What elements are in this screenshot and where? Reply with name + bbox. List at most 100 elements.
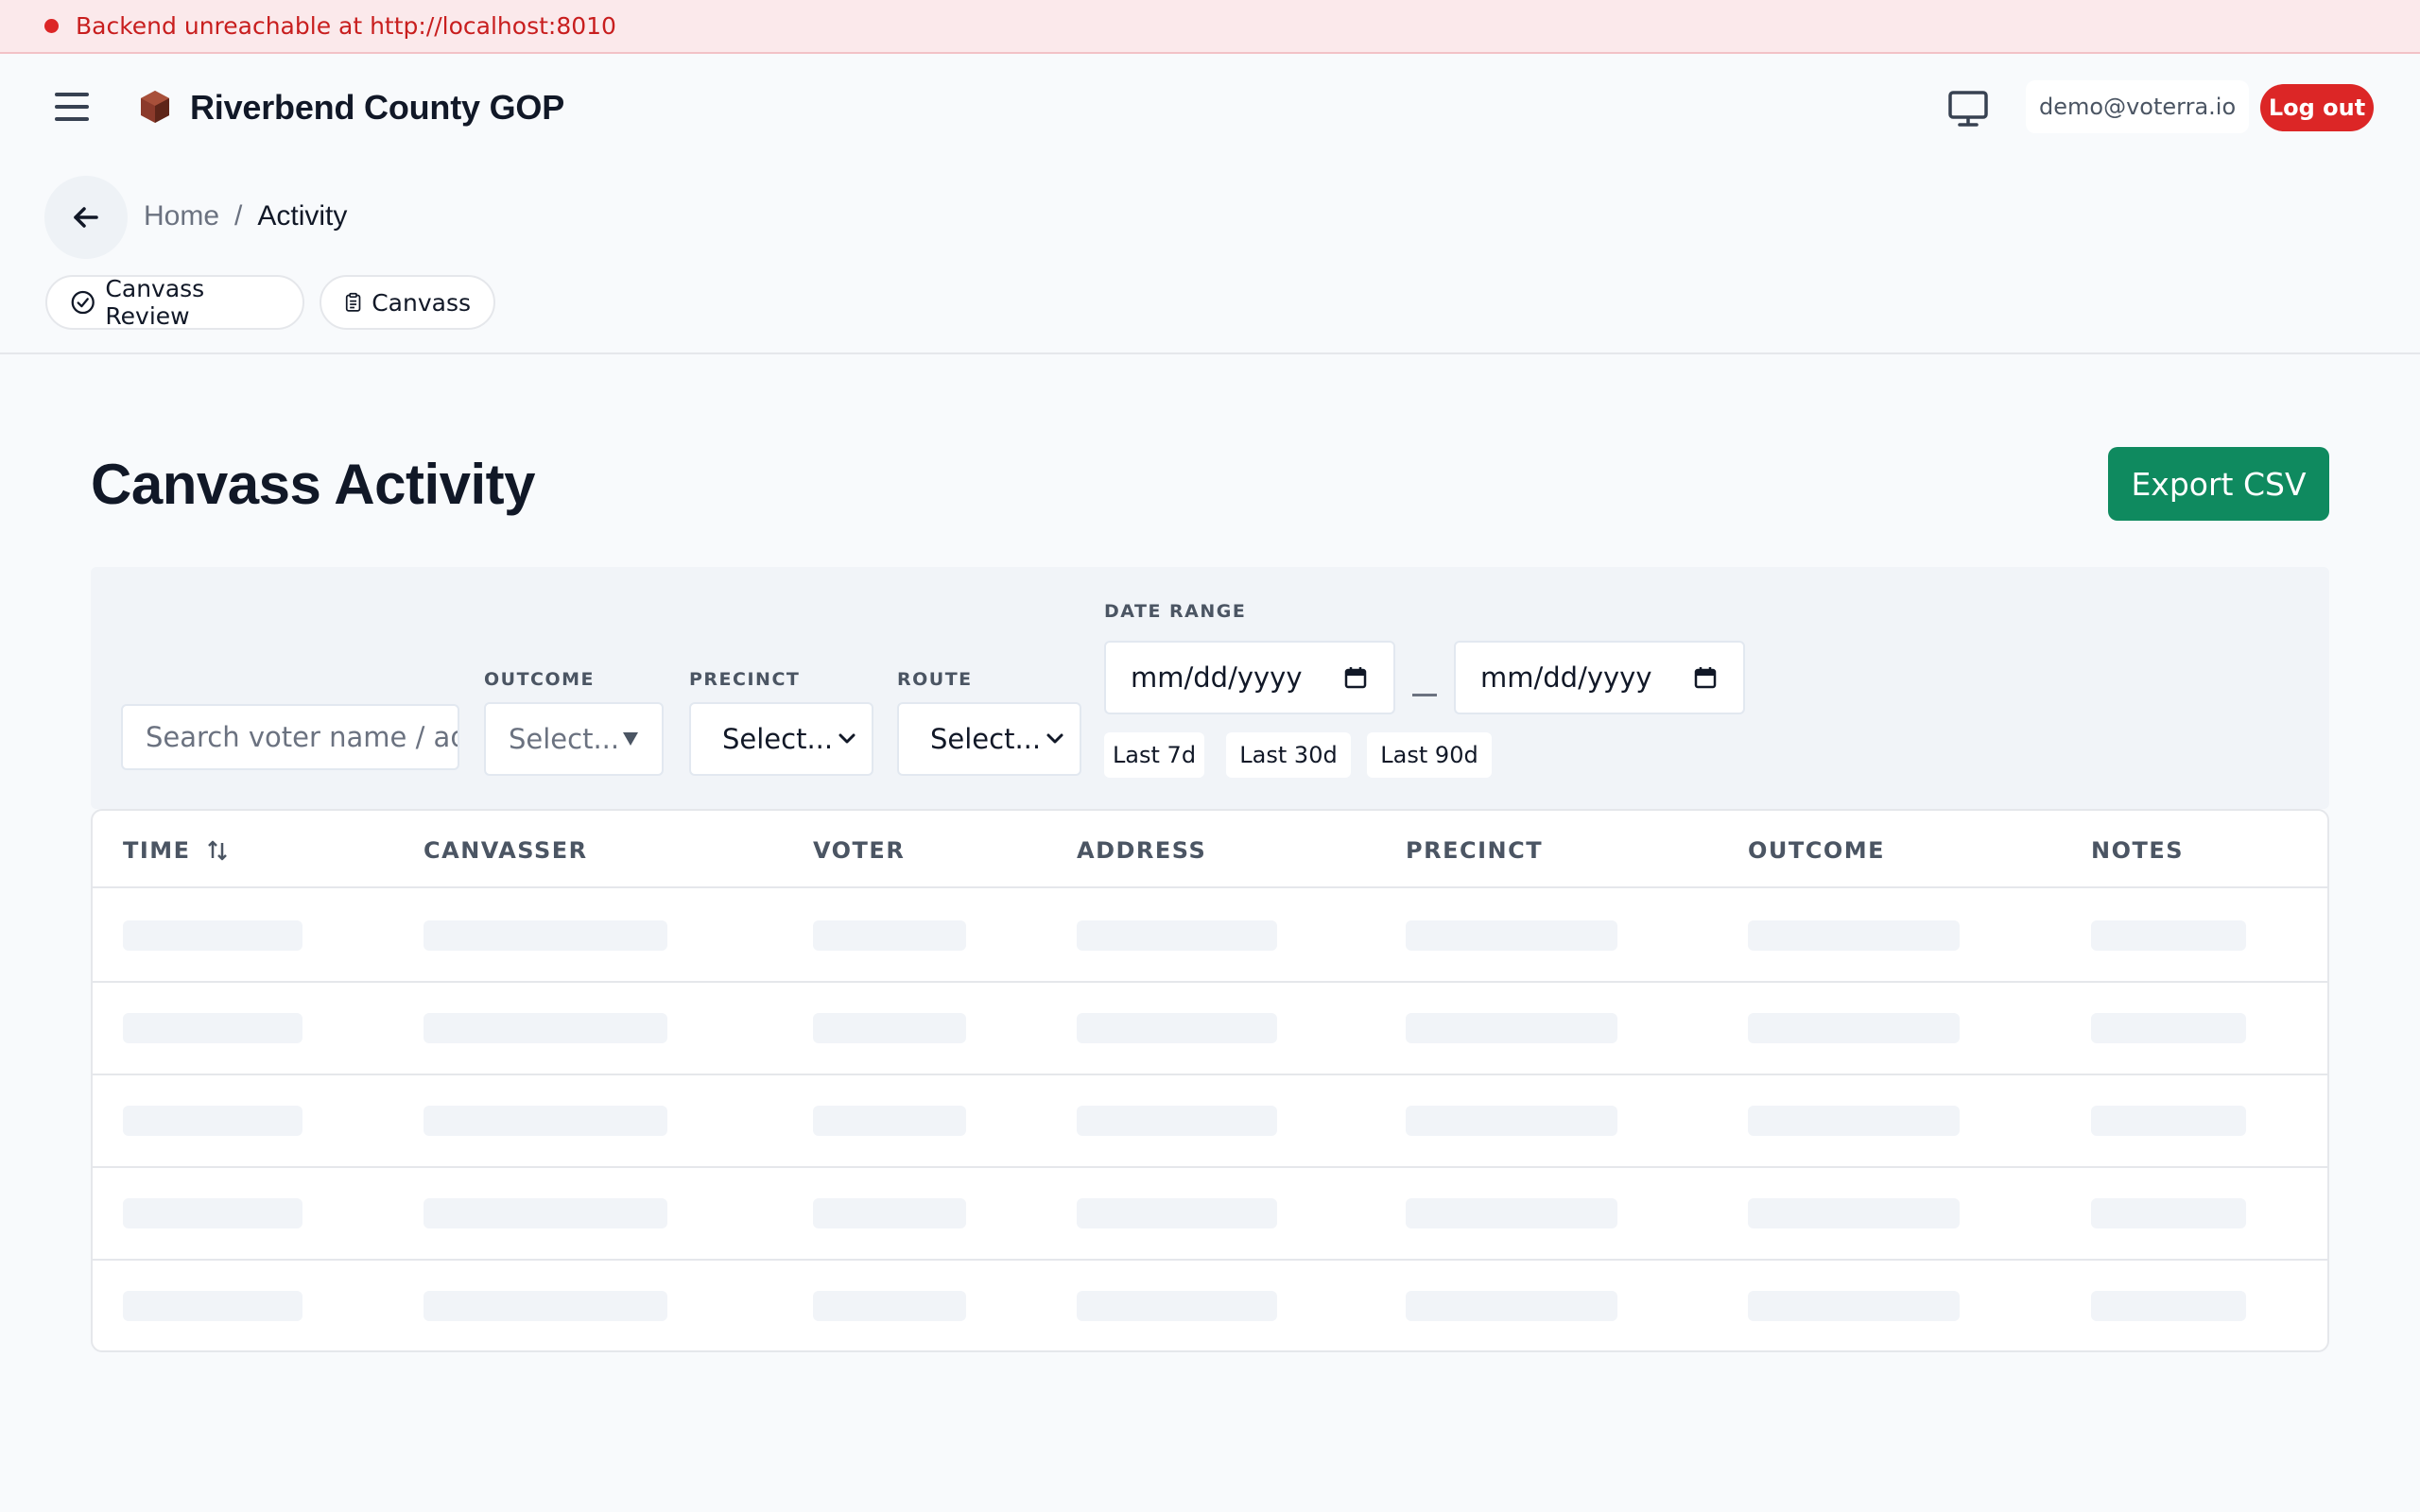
skeleton-cell bbox=[1406, 1106, 1617, 1136]
user-email[interactable]: demo@voterra.io bbox=[2026, 80, 2250, 133]
skeleton-cell bbox=[123, 1291, 302, 1321]
skeleton-cell bbox=[1077, 1106, 1277, 1136]
precinct-value: Select... bbox=[722, 723, 834, 755]
menu-icon[interactable] bbox=[55, 93, 89, 121]
error-dot-icon bbox=[44, 19, 59, 33]
skeleton-cell bbox=[2091, 920, 2246, 951]
chevron-down-icon bbox=[838, 733, 856, 744]
skeleton-cell bbox=[813, 1291, 966, 1321]
column-header-precinct[interactable]: PRECINCT bbox=[1406, 837, 1543, 864]
table-row-skeleton bbox=[93, 983, 2327, 1075]
skeleton-cell bbox=[123, 1013, 302, 1043]
outcome-select[interactable]: Select... bbox=[484, 702, 664, 776]
export-csv-button[interactable]: Export CSV bbox=[2108, 447, 2329, 521]
caret-down-icon bbox=[623, 732, 638, 746]
preset-last-90d[interactable]: Last 90d bbox=[1367, 732, 1492, 778]
back-button[interactable] bbox=[44, 176, 128, 259]
skeleton-cell bbox=[424, 1198, 667, 1228]
skeleton-cell bbox=[1406, 1291, 1617, 1321]
table-row-skeleton bbox=[93, 890, 2327, 983]
column-header-notes[interactable]: NOTES bbox=[2091, 837, 2184, 864]
skeleton-cell bbox=[813, 920, 966, 951]
skeleton-cell bbox=[2091, 1013, 2246, 1043]
skeleton-cell bbox=[813, 1013, 966, 1043]
precinct-select[interactable]: Select... bbox=[689, 702, 873, 776]
column-header-time[interactable]: TIME bbox=[123, 837, 229, 864]
org-name: Riverbend County GOP bbox=[190, 88, 565, 127]
skeleton-cell bbox=[813, 1198, 966, 1228]
table-row-skeleton bbox=[93, 1168, 2327, 1261]
table-row-skeleton bbox=[93, 1075, 2327, 1168]
skeleton-cell bbox=[1406, 1198, 1617, 1228]
filter-panel: Search voter name / adc OUTCOME Select..… bbox=[91, 567, 2329, 809]
logout-button[interactable]: Log out bbox=[2260, 84, 2374, 131]
canvass-review-label: Canvass Review bbox=[105, 275, 205, 330]
skeleton-cell bbox=[123, 1106, 302, 1136]
breadcrumb: Home / Activity bbox=[144, 200, 347, 232]
header-divider bbox=[0, 352, 2420, 354]
skeleton-cell bbox=[1406, 920, 1617, 951]
skeleton-cell bbox=[1077, 920, 1277, 951]
skeleton-cell bbox=[1748, 1198, 1960, 1228]
chevron-down-icon bbox=[1046, 733, 1063, 744]
route-label: ROUTE bbox=[897, 669, 973, 690]
route-select[interactable]: Select... bbox=[897, 702, 1081, 776]
error-banner: Backend unreachable at http://localhost:… bbox=[0, 0, 2420, 54]
breadcrumb-current: Activity bbox=[257, 200, 348, 232]
skeleton-cell bbox=[1077, 1013, 1277, 1043]
clipboard-icon bbox=[345, 292, 361, 312]
canvass-label: Canvass bbox=[372, 288, 471, 317]
precinct-label: PRECINCT bbox=[689, 669, 801, 690]
skeleton-cell bbox=[2091, 1291, 2246, 1321]
activity-table: TIME CANVASSER VOTER ADDRESS PRECINCT OU… bbox=[91, 809, 2329, 1352]
column-header-canvasser[interactable]: CANVASSER bbox=[424, 837, 588, 864]
column-header-voter[interactable]: VOTER bbox=[813, 837, 905, 864]
skeleton-cell bbox=[1077, 1291, 1277, 1321]
arrow-left-icon bbox=[74, 207, 98, 228]
calendar-icon[interactable] bbox=[1694, 666, 1717, 689]
skeleton-cell bbox=[424, 1291, 667, 1321]
column-header-address[interactable]: ADDRESS bbox=[1077, 837, 1206, 864]
app-header: Riverbend County GOP demo@voterra.io Log… bbox=[0, 54, 2420, 165]
calendar-icon[interactable] bbox=[1344, 666, 1367, 689]
search-input[interactable]: Search voter name / adc bbox=[121, 704, 459, 770]
skeleton-cell bbox=[1748, 1013, 1960, 1043]
date-range-separator bbox=[1412, 694, 1437, 696]
error-message: Backend unreachable at http://localhost:… bbox=[76, 12, 616, 40]
skeleton-cell bbox=[1748, 1291, 1960, 1321]
preset-last-7d[interactable]: Last 7d bbox=[1104, 732, 1204, 778]
preset-last-30d[interactable]: Last 30d bbox=[1226, 732, 1351, 778]
table-row-skeleton bbox=[93, 1261, 2327, 1350]
skeleton-cell bbox=[424, 920, 667, 951]
breadcrumb-home[interactable]: Home bbox=[144, 200, 219, 232]
skeleton-cell bbox=[424, 1106, 667, 1136]
table-header: TIME CANVASSER VOTER ADDRESS PRECINCT OU… bbox=[93, 811, 2327, 888]
org-logo-icon bbox=[141, 91, 169, 123]
skeleton-cell bbox=[1748, 1106, 1960, 1136]
outcome-label: OUTCOME bbox=[484, 669, 596, 690]
skeleton-cell bbox=[1748, 920, 1960, 951]
skeleton-cell bbox=[123, 920, 302, 951]
date-end-placeholder: mm/dd/yyyy bbox=[1480, 662, 1652, 694]
canvass-review-link[interactable]: Canvass Review bbox=[45, 275, 304, 330]
skeleton-cell bbox=[813, 1106, 966, 1136]
breadcrumb-separator: / bbox=[234, 200, 243, 232]
outcome-value: Select... bbox=[509, 723, 620, 755]
date-start-input[interactable]: mm/dd/yyyy bbox=[1104, 641, 1395, 714]
page-title: Canvass Activity bbox=[91, 453, 536, 516]
skeleton-cell bbox=[123, 1198, 302, 1228]
route-value: Select... bbox=[930, 723, 1042, 755]
column-header-outcome[interactable]: OUTCOME bbox=[1748, 837, 1885, 864]
date-end-input[interactable]: mm/dd/yyyy bbox=[1454, 641, 1745, 714]
monitor-icon[interactable] bbox=[1945, 88, 1991, 129]
date-start-placeholder: mm/dd/yyyy bbox=[1131, 662, 1303, 694]
skeleton-cell bbox=[2091, 1198, 2246, 1228]
sort-icon[interactable] bbox=[206, 839, 229, 862]
skeleton-cell bbox=[424, 1013, 667, 1043]
canvass-link[interactable]: Canvass bbox=[320, 275, 495, 330]
date-range-label: DATE RANGE bbox=[1104, 601, 1247, 622]
skeleton-cell bbox=[2091, 1106, 2246, 1136]
check-circle-icon bbox=[71, 290, 95, 315]
skeleton-cell bbox=[1406, 1013, 1617, 1043]
skeleton-cell bbox=[1077, 1198, 1277, 1228]
